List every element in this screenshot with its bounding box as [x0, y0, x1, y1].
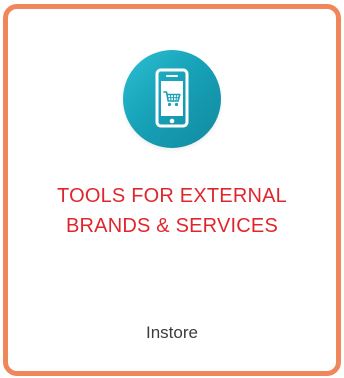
card-title-line-1: TOOLS FOR EXTERNAL [57, 185, 287, 207]
card-title-line-2: BRANDS & SERVICES [66, 215, 278, 237]
tool-card[interactable]: TOOLS FOR EXTERNAL BRANDS & SERVICES Ins… [3, 4, 341, 376]
card-subtitle: Instore [146, 323, 198, 342]
card-title: TOOLS FOR EXTERNAL BRANDS & SERVICES [8, 181, 336, 241]
mobile-shopping-cart-icon [123, 50, 221, 148]
